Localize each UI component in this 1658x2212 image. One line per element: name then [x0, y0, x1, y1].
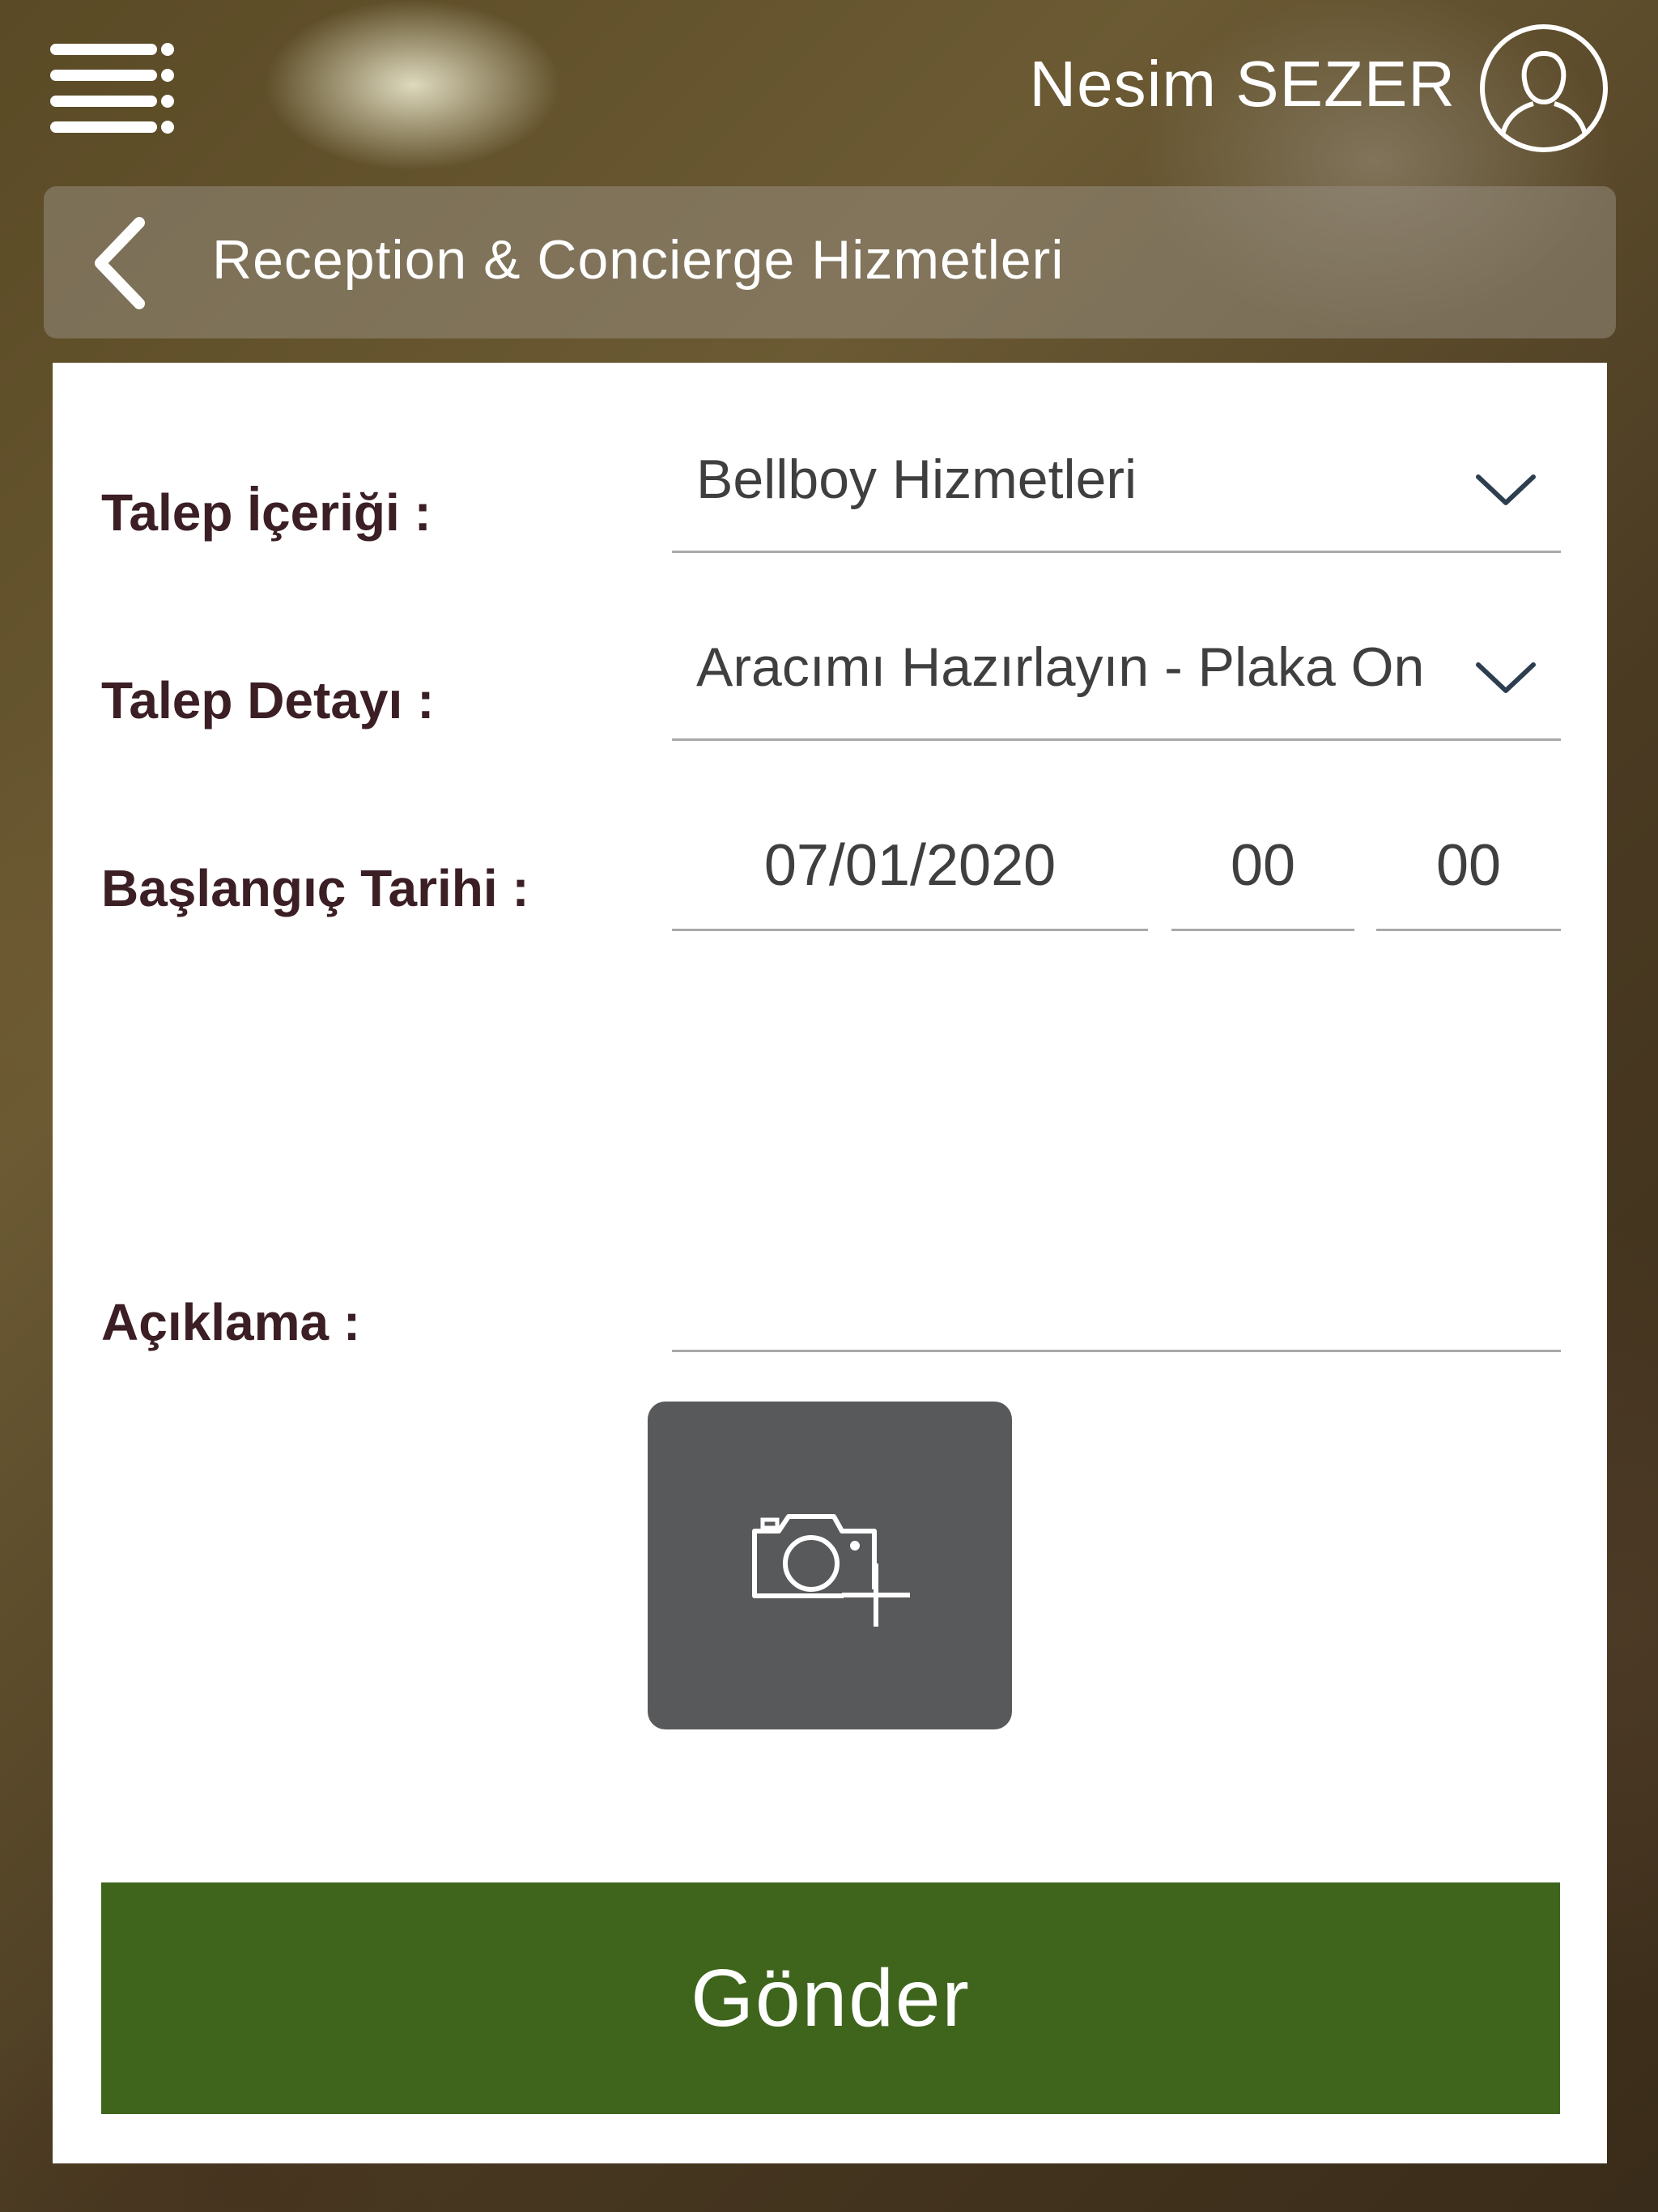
start-date-input[interactable]: 07/01/2020 — [672, 808, 1148, 931]
start-hour-input[interactable]: 00 — [1171, 808, 1354, 931]
camera-plus-icon — [752, 1514, 910, 1627]
request-detail-value: Aracımı Hazırlayın - Plaka On — [696, 636, 1425, 698]
chevron-down-icon — [1473, 658, 1538, 699]
request-content-value: Bellboy Hizmetleri — [696, 449, 1137, 510]
request-detail-label: Talep Detayı : — [101, 671, 435, 730]
description-label: Açıklama : — [101, 1293, 361, 1351]
user-name[interactable]: Nesim SEZER — [1029, 47, 1456, 121]
page-title-bar: Reception & Concierge Hizmetleri — [44, 186, 1616, 338]
chevron-left-icon[interactable] — [84, 215, 173, 312]
request-form-card: Talep İçeriği : Bellboy Hizmetleri Talep… — [53, 363, 1607, 2163]
submit-button[interactable]: Gönder — [101, 1882, 1560, 2114]
start-hour-value: 00 — [1230, 833, 1296, 898]
page-title: Reception & Concierge Hizmetleri — [212, 229, 1065, 291]
description-input[interactable] — [672, 1253, 1561, 1352]
start-date-label: Başlangıç Tarihi : — [101, 859, 529, 917]
user-avatar-icon[interactable] — [1478, 23, 1609, 154]
start-minute-input[interactable]: 00 — [1376, 808, 1561, 931]
request-content-label: Talep İçeriği : — [101, 483, 432, 542]
chevron-down-icon — [1473, 470, 1538, 511]
hamburger-menu-icon[interactable] — [50, 40, 180, 134]
start-date-value: 07/01/2020 — [763, 833, 1056, 898]
request-content-select[interactable]: Bellboy Hizmetleri — [672, 432, 1561, 553]
start-minute-value: 00 — [1435, 833, 1502, 898]
top-bar: Nesim SEZER — [0, 0, 1658, 178]
add-photo-button[interactable] — [648, 1402, 1012, 1729]
request-detail-select[interactable]: Aracımı Hazırlayın - Plaka On — [672, 619, 1561, 741]
